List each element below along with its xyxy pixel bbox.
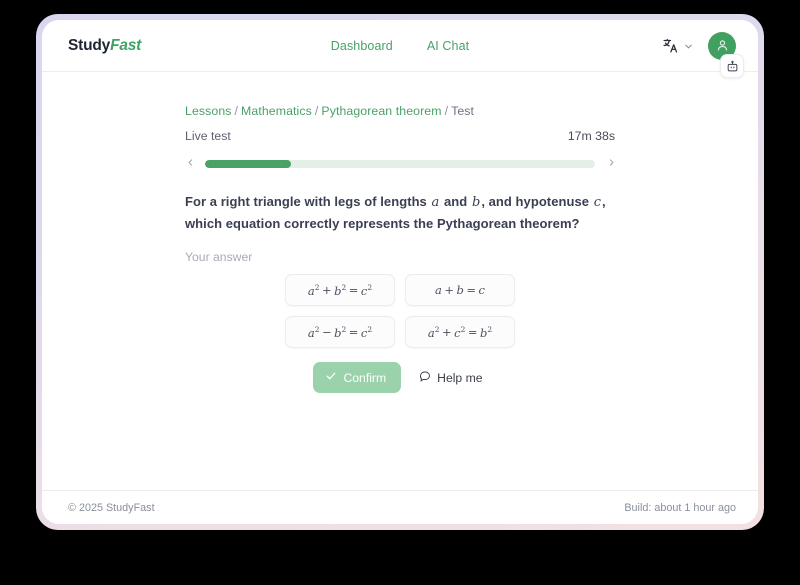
logo-study-text: Study (68, 36, 111, 54)
ai-assistant-button[interactable] (720, 54, 744, 78)
next-question-button[interactable] (606, 155, 615, 172)
question-progress-row (185, 155, 615, 172)
live-test-label: Live test (185, 129, 231, 143)
nav-item-ai-chat[interactable]: AI Chat (427, 39, 469, 53)
question-var-c: c (593, 195, 602, 210)
question-part-3: , and hypotenuse (481, 194, 590, 209)
breadcrumb-item-pythagorean-theorem[interactable]: Pythagorean theorem (321, 104, 441, 118)
nav-item-dashboard[interactable]: Dashboard (331, 39, 393, 53)
answer-options: a2 + b2 = c2 a + b = c a2− b2 = c2 a2 + c2 = b2 (185, 274, 615, 349)
question-var-b: b (471, 195, 481, 210)
test-timer: 17m 38s (567, 129, 615, 143)
footer-build-info: Build: about 1 hour ago (624, 501, 736, 514)
breadcrumb-item-test: Test (451, 104, 475, 118)
question-var-a: a (431, 195, 440, 210)
progress-bar[interactable] (205, 159, 595, 168)
help-me-button[interactable]: Help me (415, 364, 486, 391)
chevron-right-icon (609, 159, 614, 166)
progress-bar-fill (205, 159, 291, 168)
confirm-button-label: Confirm (343, 370, 387, 385)
avatar-person-icon (717, 40, 727, 51)
answer-option-1[interactable]: a2 + b2 = c2 (285, 274, 395, 307)
breadcrumb-separator: / (444, 104, 449, 118)
question-text: For a right triangle with legs of length… (185, 192, 615, 234)
answer-option-4[interactable]: a2 + c2 = b2 (405, 316, 515, 349)
speech-bubble-icon (419, 370, 431, 385)
help-me-label: Help me (437, 370, 483, 385)
app-window: StudyFast Dashboard AI Chat Lessons / Ma… (42, 20, 758, 524)
previous-question-button[interactable] (185, 155, 194, 172)
question-part-2: and (444, 194, 468, 209)
answer-option-3[interactable]: a2− b2 = c2 (285, 316, 395, 349)
your-answer-label: Your answer (185, 250, 253, 265)
app-frame: StudyFast Dashboard AI Chat Lessons / Ma… (36, 14, 764, 530)
question-part-1: For a right triangle with legs of length… (185, 194, 427, 209)
language-switcher-button[interactable] (660, 35, 696, 56)
app-footer: © 2025 StudyFast Build: about 1 hour ago (42, 490, 758, 524)
answer-option-2[interactable]: a + b = c (405, 274, 515, 307)
breadcrumb-item-mathematics[interactable]: Mathematics (241, 104, 312, 118)
content-area: Lessons / Mathematics / Pythagorean theorem /… (42, 72, 758, 490)
test-meta-row: Live test 17m 38s (185, 129, 615, 143)
chevron-down-icon (683, 40, 694, 51)
confirm-button[interactable]: Confirm (313, 362, 402, 394)
footer-copyright: © 2025 StudyFast (68, 501, 155, 514)
breadcrumb-separator: / (314, 104, 319, 118)
app-header: StudyFast Dashboard AI Chat (42, 20, 758, 72)
breadcrumb-separator: / (234, 104, 239, 118)
check-icon (325, 370, 337, 385)
main-nav: Dashboard AI Chat (42, 39, 758, 53)
translate-icon (662, 37, 679, 54)
chevron-left-icon (188, 159, 193, 166)
breadcrumb: Lessons / Mathematics / Pythagorean theorem /… (185, 104, 615, 118)
breadcrumb-item-lessons[interactable]: Lessons (185, 104, 232, 118)
app-logo[interactable]: StudyFast (68, 37, 141, 55)
question-actions: Confirm Help me (185, 362, 615, 394)
logo-fast-text: Fast (110, 36, 142, 54)
robot-icon (727, 60, 737, 71)
